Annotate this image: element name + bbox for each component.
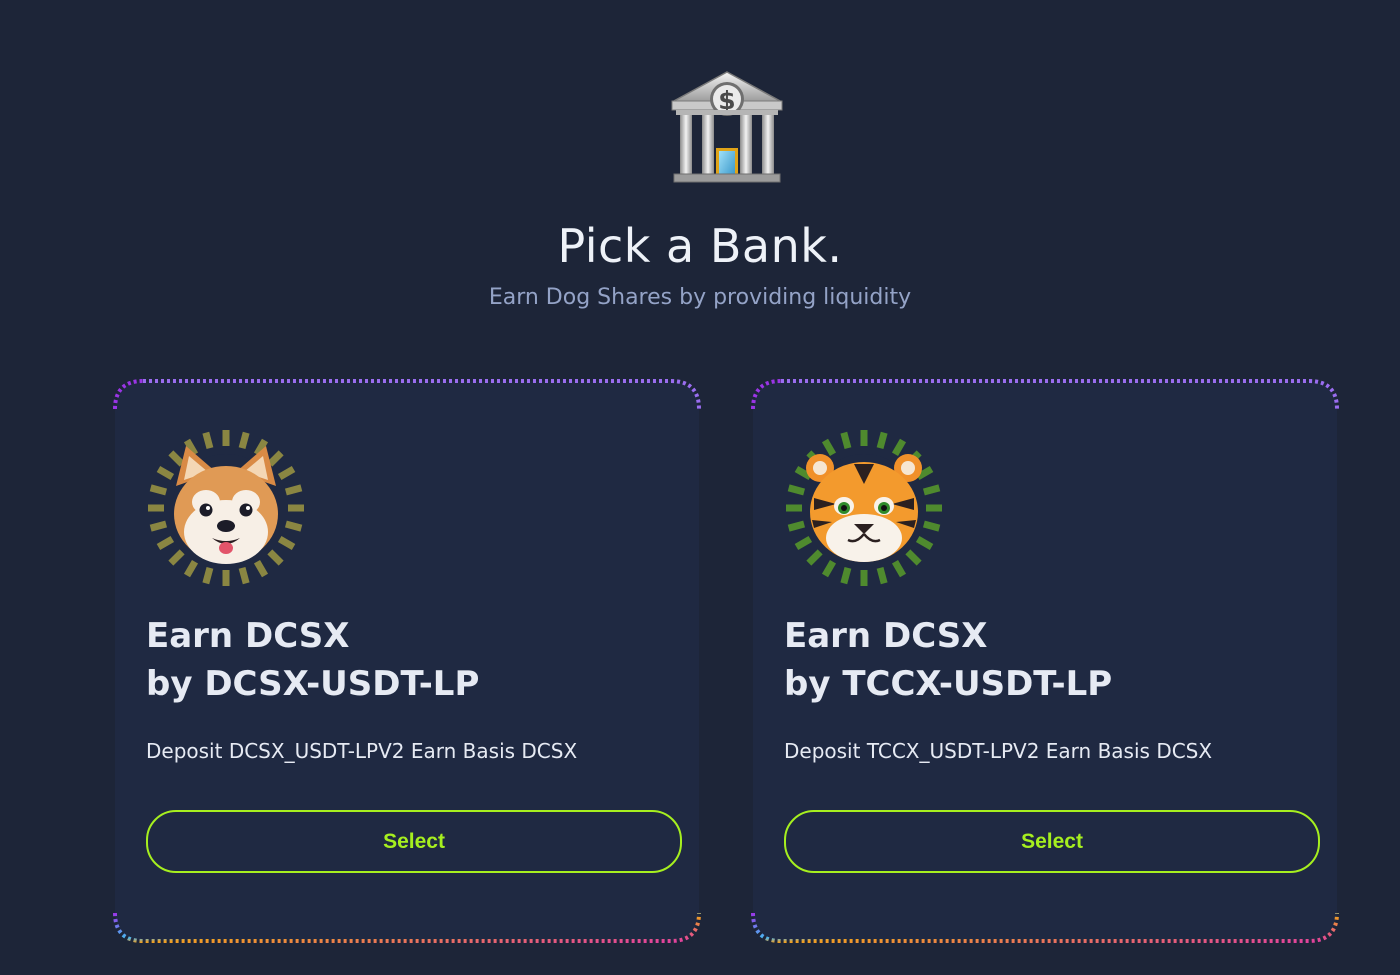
ring-segment <box>277 465 296 481</box>
bank-icon: $ <box>671 71 783 183</box>
ring-segment <box>238 431 250 450</box>
card-title-line2: by TCCX-USDT-LP <box>784 664 1113 704</box>
ring-segment <box>277 535 296 551</box>
page-subtitle: Earn Dog Shares by providing liquidity <box>488 285 912 310</box>
card-content: Earn DCSX by DCSX-USDT-LP Deposit DCSX_U… <box>146 378 682 944</box>
ring-segment <box>876 431 888 450</box>
ring-segment <box>905 549 922 566</box>
ring-segment <box>891 438 907 457</box>
ring-segment <box>202 566 214 585</box>
ring-segment <box>253 559 269 578</box>
ring-segment <box>787 520 806 532</box>
select-button[interactable]: Select <box>784 810 1320 873</box>
ring-segment <box>149 520 168 532</box>
card-title-line1: Earn DCSX <box>146 616 350 656</box>
ring-segment <box>149 484 168 496</box>
ring-segment <box>915 535 934 551</box>
ring-segment <box>156 535 175 551</box>
dog-face-icon <box>148 430 304 586</box>
page-title: Pick a Bank. <box>557 219 843 273</box>
bank-card-tccx: Earn DCSX by TCCX-USDT-LP Deposit TCCX_U… <box>750 378 1340 944</box>
tiger-face-icon <box>786 430 942 586</box>
card-title-line2: by DCSX-USDT-LP <box>146 664 480 704</box>
ring-segment <box>284 520 303 532</box>
select-button[interactable]: Select <box>146 810 682 873</box>
ring-segment <box>267 450 284 467</box>
ring-segment <box>821 438 837 457</box>
card-description: Deposit DCSX_USDT-LPV2 Earn Basis DCSX <box>146 739 578 763</box>
ring-segment <box>284 484 303 496</box>
ring-segment <box>202 431 214 450</box>
ring-segment <box>806 549 823 566</box>
card-title-line1: Earn DCSX <box>784 616 988 656</box>
ring-segment <box>156 465 175 481</box>
ring-segment <box>891 559 907 578</box>
card-title: Earn DCSX by TCCX-USDT-LP <box>784 612 1304 708</box>
ring-segment <box>168 450 185 467</box>
ring-segment <box>840 431 852 450</box>
ring-segment <box>922 520 941 532</box>
ring-segment <box>840 566 852 585</box>
bank-card-dcsx: Earn DCSX by DCSX-USDT-LP Deposit DCSX_U… <box>112 378 702 944</box>
ring-segment <box>922 484 941 496</box>
ring-segment <box>168 549 185 566</box>
card-title: Earn DCSX by DCSX-USDT-LP <box>146 612 666 708</box>
card-content: Earn DCSX by TCCX-USDT-LP Deposit TCCX_U… <box>784 378 1320 944</box>
ring-segment <box>876 566 888 585</box>
ring-segment <box>183 559 199 578</box>
ring-segment <box>821 559 837 578</box>
ring-segment <box>787 484 806 496</box>
card-description: Deposit TCCX_USDT-LPV2 Earn Basis DCSX <box>784 739 1213 763</box>
ring-segment <box>267 549 284 566</box>
ring-segment <box>794 535 813 551</box>
ring-segment <box>238 566 250 585</box>
page-header: $ Pick a Bank. Earn Dog Shares by provid… <box>0 0 1400 330</box>
